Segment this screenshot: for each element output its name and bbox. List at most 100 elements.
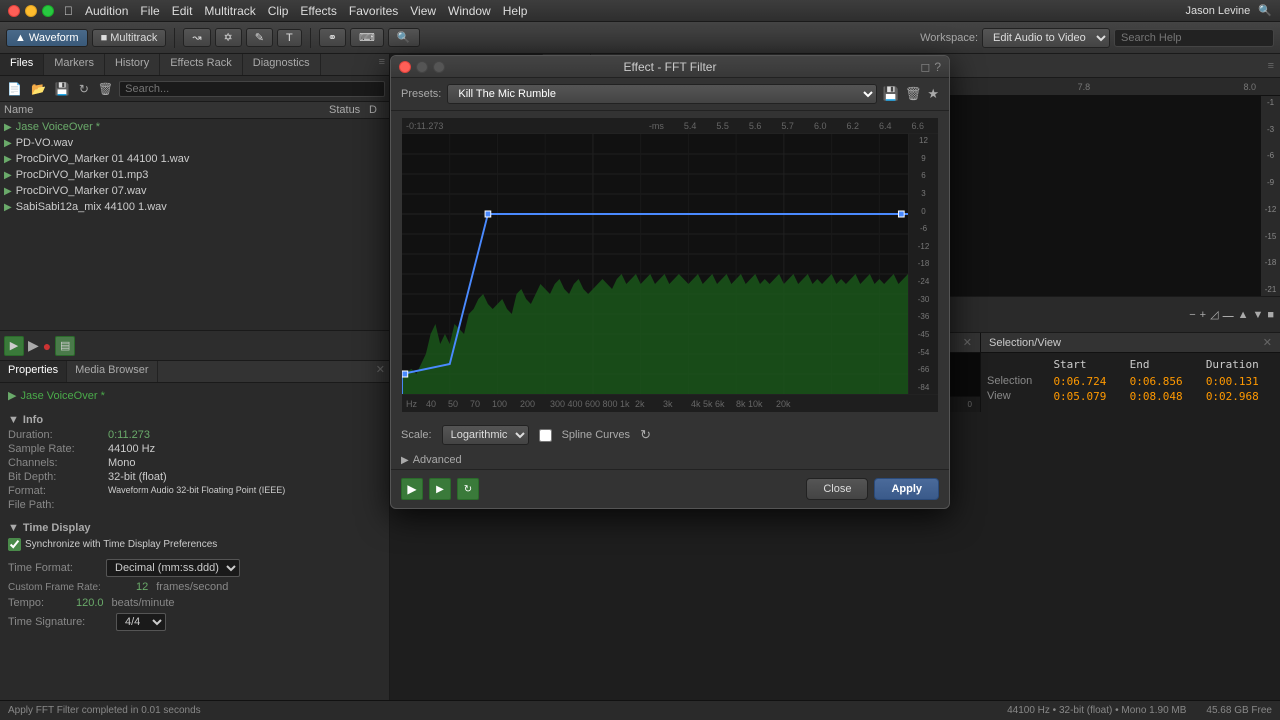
play-btn[interactable]: ▶ [28,337,39,354]
search-help-input[interactable] [1114,29,1274,47]
tab-diagnostics[interactable]: Diagnostics [243,54,321,75]
tool-zoom[interactable]: 🔍 [388,28,420,47]
properties-panel: Properties Media Browser ✕ ▶ Jase VoiceO… [0,360,389,700]
zoom-full-btn[interactable]: ■ [1267,309,1274,321]
zoom-waveform-btn[interactable]: ⎼ [1223,308,1234,321]
delete-btn[interactable]: 🗑 [95,81,116,97]
list-item[interactable]: ▶ Jase VoiceOver * [0,119,389,135]
panel-options-icon[interactable]: ≡ [375,54,389,75]
view-menu[interactable]: View [410,4,436,18]
apple-menu[interactable]:  [64,4,73,18]
collapse-icon: ▼ [8,414,19,426]
presets-select[interactable]: Kill The Mic Rumble [447,84,876,104]
preset-star-btn[interactable]: ★ [927,86,939,102]
waveform-btn[interactable]: ▲ Waveform [6,29,88,47]
info-section-header[interactable]: ▼ Info [8,410,381,428]
close-window-btn[interactable] [8,5,20,17]
dialog-play-green-btn[interactable]: ▶ [401,478,423,500]
loop-btn[interactable]: ↻ [76,81,92,97]
scale-select[interactable]: Logarithmic [442,425,529,445]
tab-effects-rack[interactable]: Effects Rack [160,54,243,75]
reset-btn[interactable]: ↻ [640,427,651,443]
zoom-v-in-btn[interactable]: ▲ [1238,309,1249,321]
advanced-row[interactable]: ▶ Advanced [391,451,949,469]
help-menu[interactable]: Help [503,4,528,18]
file-menu[interactable]: File [140,4,159,18]
multitrack-menu[interactable]: Multitrack [204,4,255,18]
sync-checkbox-row[interactable]: Synchronize with Time Display Preference… [8,536,381,553]
preset-delete-btn[interactable]: 🗑 [905,86,922,102]
time-sig-select[interactable]: 4/4 [116,613,166,631]
maximize-window-btn[interactable] [42,5,54,17]
dialog-help-icon[interactable]: ? [934,60,941,74]
list-item[interactable]: ▶ ProcDirVO_Marker 07.wav [0,183,389,199]
mac-window-controls[interactable] [8,5,54,17]
dialog-play-btn[interactable]: ▶ [429,478,451,500]
fft-canvas[interactable] [402,134,908,394]
preset-save-btn[interactable]: 💾 [883,86,899,102]
files-search-input[interactable] [119,81,385,97]
scale-label: Scale: [401,429,432,441]
save-file-btn[interactable]: 💾 [52,81,73,97]
sv-close-icon[interactable]: ✕ [1263,336,1272,349]
tab-files[interactable]: Files [0,54,44,75]
fft-graph-main: 12 9 6 3 0 -6 -12 -18 -24 -30 -36 -45 -5… [402,134,938,394]
zoom-v-out-btn[interactable]: ▼ [1252,309,1263,321]
tab-properties[interactable]: Properties [0,361,67,382]
zoom-fit-btn[interactable]: ◿ [1210,308,1218,321]
tool-type[interactable]: T [277,29,302,47]
time-format-select[interactable]: Decimal (mm:ss.ddd) [106,559,240,577]
search-icon[interactable]: 🔍 [1258,4,1272,17]
list-item[interactable]: ▶ ProcDirVO_Marker 01 44100 1.wav [0,151,389,167]
tab-media-browser[interactable]: Media Browser [67,361,157,382]
list-item[interactable]: ▶ PD-VO.wav [0,135,389,151]
new-file-btn[interactable]: 📄 [4,81,25,97]
tool-lasso[interactable]: ⚭ [319,28,346,47]
list-item[interactable]: ▶ SabiSabi12a_mix 44100 1.wav [0,199,389,215]
record-btn[interactable]: ● [43,338,51,354]
levels-close-icon[interactable]: ✕ [963,336,972,349]
fft-filter-dialog[interactable]: Effect - FFT Filter ◻ ? Presets: Kill Th… [390,55,950,509]
mac-menu-bar[interactable]:  Audition File Edit Multitrack Clip Eff… [64,4,527,18]
output-green-btn[interactable]: ▤ [55,336,75,356]
dialog-close-action-btn[interactable]: Close [806,478,868,500]
dialog-loop-btn[interactable]: ↻ [457,478,479,500]
tool-select[interactable]: ↝ [183,28,210,47]
favorites-menu[interactable]: Favorites [349,4,398,18]
audio-icon: ▶ [4,154,12,165]
window-menu[interactable]: Window [448,4,491,18]
zoom-in-btn[interactable]: + [1200,309,1206,321]
app-name-menu[interactable]: Audition [85,4,128,18]
clip-menu[interactable]: Clip [268,4,289,18]
workspace-select[interactable]: Edit Audio to Video [982,28,1110,48]
tool-brush[interactable]: ⌨ [350,28,384,47]
sync-checkbox[interactable] [8,538,21,551]
tab-history[interactable]: History [105,54,160,75]
spline-checkbox[interactable] [539,429,552,442]
multitrack-btn[interactable]: ■ Multitrack [92,29,167,47]
fft-db-scale: 12 9 6 3 0 -6 -12 -18 -24 -30 -36 -45 -5… [908,134,938,394]
props-close-icon[interactable]: ✕ [372,361,389,382]
list-item[interactable]: ▶ ProcDirVO_Marker 01.mp3 [0,167,389,183]
sv-header: Selection/View ✕ [981,333,1280,353]
dialog-mac-controls[interactable] [399,61,445,73]
db-scale: -1 -3 -6 -9 -12 -15 -18 -21 [1260,96,1280,296]
mac-titlebar-right: Jason Levine 🔍 [1185,4,1272,17]
tool-move[interactable]: ✡ [215,28,242,47]
zoom-out-btn[interactable]: − [1189,309,1195,321]
dialog-icons: ◻ ? [920,60,941,74]
dialog-apply-btn[interactable]: Apply [874,478,939,500]
time-display-header[interactable]: ▼ Time Display [8,518,381,536]
dialog-close-btn[interactable] [399,61,411,73]
fft-graph-container[interactable]: -0:11.273 -ms 5.4 5.5 5.6 5.7 6.0 6.2 6.… [401,117,939,413]
tab-markers[interactable]: Markers [44,54,105,75]
tool-razor[interactable]: ✎ [246,28,273,47]
minimize-window-btn[interactable] [25,5,37,17]
edit-menu[interactable]: Edit [172,4,193,18]
loop-green-btn[interactable]: ▶ [4,336,24,356]
fft-freq-ruler: Hz 40 50 70 100 200 300 400 600 800 1k 2… [402,394,938,412]
editor-options-icon[interactable]: ≡ [1262,58,1280,74]
open-file-btn[interactable]: 📂 [28,81,49,97]
dialog-expand-icon[interactable]: ◻ [920,60,930,74]
effects-menu[interactable]: Effects [300,4,336,18]
